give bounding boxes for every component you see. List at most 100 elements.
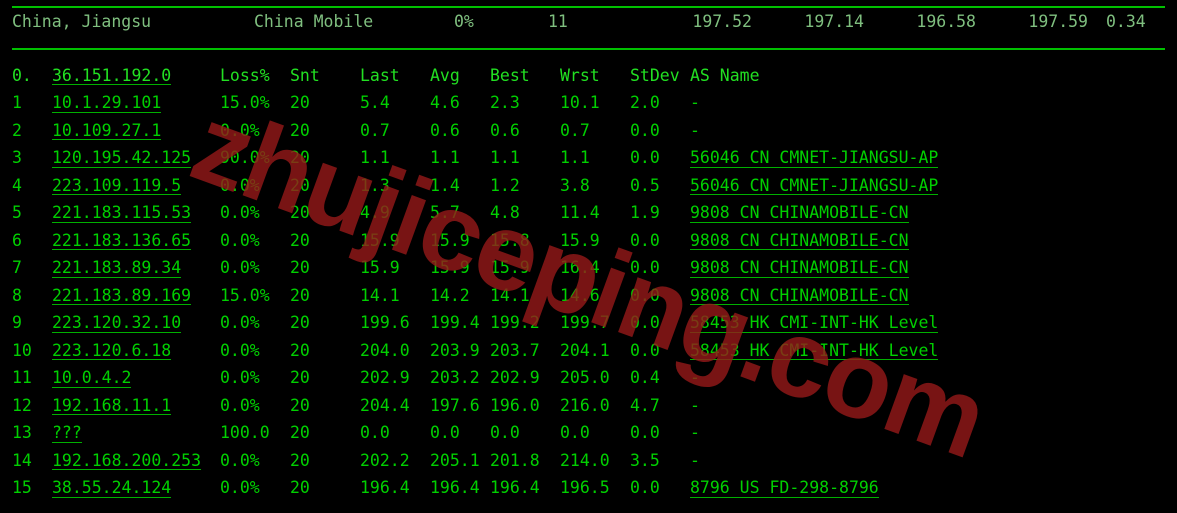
hop-best: 202.9 (490, 370, 560, 387)
hop-avg: 205.1 (430, 453, 490, 470)
hop-num: 13 (12, 425, 52, 442)
hop-avg: 5.7 (430, 205, 490, 222)
hop-row: 6221.183.136.650.0%2015.915.915.815.90.0… (12, 233, 1165, 261)
hop-loss: 0.0% (220, 315, 290, 332)
hop-stdev: 0.5 (630, 178, 690, 195)
hop-host: 10.109.27.1 (52, 123, 220, 141)
hop-row: 9223.120.32.100.0%20199.6199.4199.2199.7… (12, 315, 1165, 343)
hop-row: 13???100.0200.00.00.00.00.0- (12, 425, 1165, 453)
hop-loss: 0.0% (220, 178, 290, 195)
hop-asname: - (690, 95, 700, 112)
hop-stdev: 1.9 (630, 205, 690, 222)
hop-last: 4.9 (360, 205, 430, 222)
hop-asname: - (690, 425, 700, 442)
hop-row: 8221.183.89.16915.0%2014.114.214.114.60.… (12, 288, 1165, 316)
hop-wrst: 216.0 (560, 398, 630, 415)
hop-snt: 20 (290, 288, 360, 305)
hop-num: 14 (12, 453, 52, 470)
header-loss: Loss% (220, 68, 290, 85)
hop-asname: - (690, 453, 700, 470)
hop-avg: 1.1 (430, 150, 490, 167)
hop-snt: 20 (290, 123, 360, 140)
hop-avg: 14.2 (430, 288, 490, 305)
hop-asname: 58453 HK CMI-INT-HK Level (690, 343, 938, 361)
hop-best: 4.8 (490, 205, 560, 222)
header-asname: AS Name (690, 68, 760, 85)
hop-row: 3120.195.42.12590.0%201.11.11.11.10.0560… (12, 150, 1165, 178)
terminal-output: China, Jiangsu China Mobile 0% 11 197.52… (0, 0, 1177, 513)
hop-wrst: 14.6 (560, 288, 630, 305)
hop-best: 0.0 (490, 425, 560, 442)
hop-stdev: 0.0 (630, 425, 690, 442)
hop-row: 7221.183.89.340.0%2015.915.915.916.40.09… (12, 260, 1165, 288)
hop-host: 10.1.29.101 (52, 95, 220, 113)
hop-stdev: 0.0 (630, 150, 690, 167)
hop-loss: 15.0% (220, 95, 290, 112)
hop-best: 203.7 (490, 343, 560, 360)
hop-host: 10.0.4.2 (52, 370, 220, 388)
hop-snt: 20 (290, 150, 360, 167)
header-target: 36.151.192.0 (52, 68, 220, 86)
hop-asname: 9808 CN CHINAMOBILE-CN (690, 288, 909, 306)
hop-best: 15.8 (490, 233, 560, 250)
hop-wrst: 10.1 (560, 95, 630, 112)
hop-snt: 20 (290, 233, 360, 250)
hop-wrst: 3.8 (560, 178, 630, 195)
hop-loss: 0.0% (220, 205, 290, 222)
hop-loss: 0.0% (220, 480, 290, 497)
hop-loss: 15.0% (220, 288, 290, 305)
hop-loss: 0.0% (220, 453, 290, 470)
hop-stdev: 0.4 (630, 370, 690, 387)
hop-loss: 0.0% (220, 370, 290, 387)
hop-num: 3 (12, 150, 52, 167)
header-row: 0. 36.151.192.0 Loss% Snt Last Avg Best … (12, 68, 1165, 96)
hop-row: 5221.183.115.530.0%204.95.74.811.41.9980… (12, 205, 1165, 233)
hop-asname: - (690, 398, 700, 415)
hop-row: 10223.120.6.180.0%20204.0203.9203.7204.1… (12, 343, 1165, 371)
hop-num: 9 (12, 315, 52, 332)
hop-num: 6 (12, 233, 52, 250)
header-best: Best (490, 68, 560, 85)
hop-wrst: 0.7 (560, 123, 630, 140)
hop-best: 196.4 (490, 480, 560, 497)
hop-snt: 20 (290, 343, 360, 360)
summary-best: 197.14 (770, 14, 882, 31)
hop-last: 202.9 (360, 370, 430, 387)
hop-stdev: 0.0 (630, 260, 690, 277)
hop-avg: 1.4 (430, 178, 490, 195)
hop-num: 7 (12, 260, 52, 277)
hop-avg: 0.0 (430, 425, 490, 442)
hop-loss: 0.0% (220, 398, 290, 415)
hop-last: 0.7 (360, 123, 430, 140)
hop-wrst: 11.4 (560, 205, 630, 222)
hop-num: 1 (12, 95, 52, 112)
hop-num: 11 (12, 370, 52, 387)
hop-row: 1110.0.4.20.0%20202.9203.2202.9205.00.4- (12, 370, 1165, 398)
hop-last: 14.1 (360, 288, 430, 305)
hop-row: 4223.109.119.50.0%201.31.41.23.80.556046… (12, 178, 1165, 206)
hop-snt: 20 (290, 370, 360, 387)
hop-snt: 20 (290, 178, 360, 195)
hop-last: 15.9 (360, 233, 430, 250)
hop-host: 221.183.115.53 (52, 205, 220, 223)
hop-row: 210.109.27.10.0%200.70.60.60.70.0- (12, 123, 1165, 151)
hop-stdev: 0.0 (630, 123, 690, 140)
hop-num: 15 (12, 480, 52, 497)
hop-host: 223.120.32.10 (52, 315, 220, 333)
hop-asname: - (690, 123, 700, 140)
hop-num: 10 (12, 343, 52, 360)
hop-stdev: 3.5 (630, 453, 690, 470)
hop-host: 221.183.89.34 (52, 260, 220, 278)
hop-row: 110.1.29.10115.0%205.44.62.310.12.0- (12, 95, 1165, 123)
hop-stdev: 0.0 (630, 480, 690, 497)
hop-loss: 0.0% (220, 260, 290, 277)
hop-best: 15.9 (490, 260, 560, 277)
hop-last: 1.3 (360, 178, 430, 195)
hop-loss: 0.0% (220, 233, 290, 250)
hop-asname: 9808 CN CHINAMOBILE-CN (690, 205, 909, 223)
hop-asname: 8796 US FD-298-8796 (690, 480, 879, 498)
header-stdev: StDev (630, 68, 690, 85)
header-avg: Avg (430, 68, 490, 85)
hop-last: 15.9 (360, 260, 430, 277)
hop-best: 0.6 (490, 123, 560, 140)
